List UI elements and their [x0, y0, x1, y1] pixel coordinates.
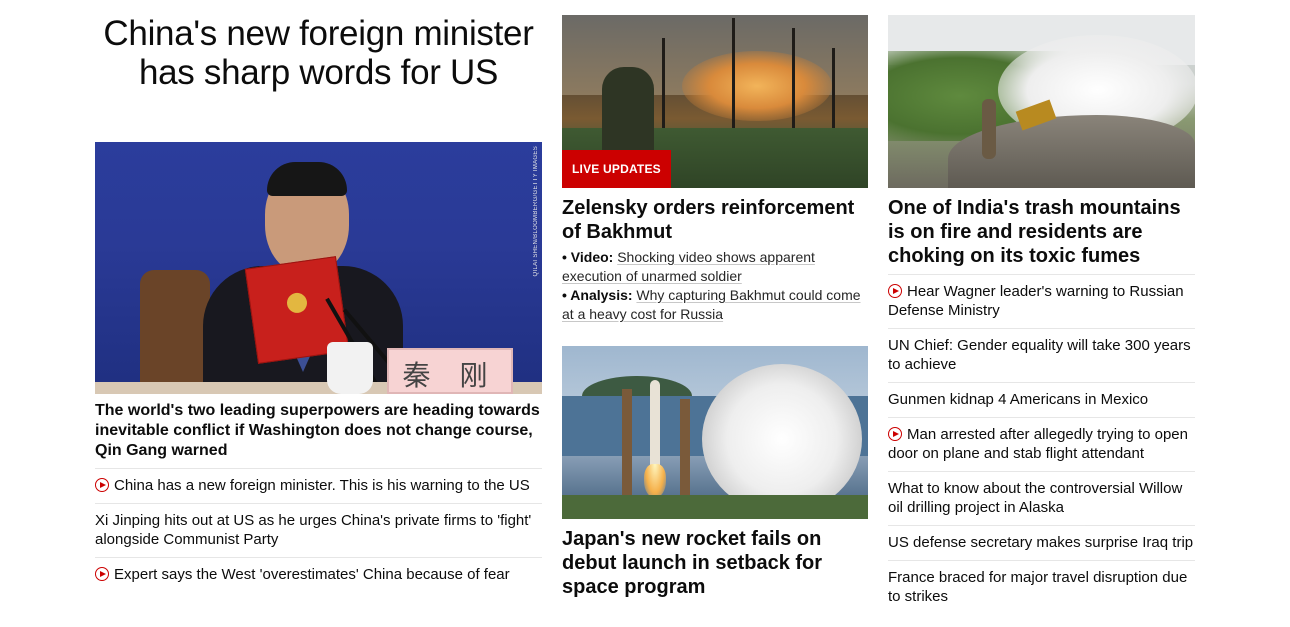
link-text[interactable]: Expert says the West 'overestimates' Chi…: [114, 566, 510, 583]
bakhmut-headline[interactable]: Zelensky orders reinforcement of Bakhmut: [562, 196, 868, 244]
link-text[interactable]: Xi Jinping hits out at US as he urges Ch…: [95, 512, 531, 548]
list-item[interactable]: France braced for major travel disruptio…: [888, 560, 1195, 614]
list-item[interactable]: Expert says the West 'overestimates' Chi…: [95, 557, 542, 592]
lead-headline[interactable]: China's new foreign minister has sharp w…: [95, 14, 542, 92]
link-text[interactable]: UN Chief: Gender equality will take 300 …: [888, 337, 1191, 373]
bullet-label: • Video:: [562, 249, 614, 265]
link-text[interactable]: China has a new foreign minister. This i…: [114, 477, 530, 494]
teacup-graphic: [327, 342, 373, 394]
rocket-headline[interactable]: Japan's new rocket fails on debut launch…: [562, 527, 868, 599]
link-text[interactable]: Man arrested after allegedly trying to o…: [888, 426, 1188, 462]
nameplate-text: 秦 刚: [402, 359, 498, 392]
chair-graphic: [140, 270, 210, 394]
ground-graphic: [562, 495, 868, 519]
link-text[interactable]: Gunmen kidnap 4 Americans in Mexico: [888, 391, 1148, 408]
link-text[interactable]: US defense secretary makes surprise Iraq…: [888, 534, 1193, 551]
rocket-image[interactable]: [562, 346, 868, 519]
lead-image[interactable]: 秦 刚 QILAI SHEN/BLOOMBERG/GETTY IMAGES: [95, 142, 542, 394]
list-item[interactable]: US defense secretary makes surprise Iraq…: [888, 525, 1195, 560]
launch-tower-graphic: [622, 389, 632, 499]
play-circle-icon: [95, 567, 109, 581]
rocket-graphic: [650, 380, 660, 470]
list-item[interactable]: China has a new foreign minister. This i…: [95, 468, 542, 503]
emblem-graphic: [285, 291, 309, 315]
image-credit: QILAI SHEN/BLOOMBERG/GETTY IMAGES: [533, 146, 539, 277]
list-item[interactable]: Gunmen kidnap 4 Americans in Mexico: [888, 382, 1195, 417]
list-item[interactable]: Hear Wagner leader's warning to Russian …: [888, 274, 1195, 328]
play-circle-icon: [888, 284, 902, 298]
list-item[interactable]: What to know about the controversial Wil…: [888, 471, 1195, 525]
launch-tower-graphic: [680, 399, 690, 499]
play-circle-icon: [888, 427, 902, 441]
person-graphic: [982, 99, 996, 159]
right-related-links: Hear Wagner leader's warning to Russian …: [888, 274, 1195, 614]
play-circle-icon: [95, 478, 109, 492]
link-text[interactable]: France braced for major travel disruptio…: [888, 569, 1187, 605]
soldier-graphic: [602, 67, 654, 157]
list-item[interactable]: Man arrested after allegedly trying to o…: [888, 417, 1195, 471]
live-updates-badge[interactable]: LIVE UPDATES: [562, 150, 671, 188]
list-item[interactable]: Xi Jinping hits out at US as he urges Ch…: [95, 503, 542, 557]
list-item[interactable]: UN Chief: Gender equality will take 300 …: [888, 328, 1195, 382]
flame-graphic: [644, 464, 666, 498]
bullet-item[interactable]: • Analysis: Why capturing Bakhmut could …: [562, 286, 868, 324]
bullet-item[interactable]: • Video: Shocking video shows apparent e…: [562, 248, 868, 286]
link-text[interactable]: Hear Wagner leader's warning to Russian …: [888, 283, 1184, 319]
trash-headline[interactable]: One of India's trash mountains is on fir…: [888, 196, 1195, 268]
bakhmut-bullets: • Video: Shocking video shows apparent e…: [562, 248, 868, 324]
link-text[interactable]: What to know about the controversial Wil…: [888, 480, 1182, 516]
lead-related-links: China has a new foreign minister. This i…: [95, 468, 542, 592]
lead-summary[interactable]: The world's two leading superpowers are …: [95, 401, 542, 461]
trash-mountain-image[interactable]: [888, 15, 1195, 188]
person-hair-graphic: [267, 162, 347, 196]
explosion-graphic: [682, 51, 832, 121]
nameplate: 秦 刚: [387, 348, 513, 394]
bullet-label-text: Video:: [570, 249, 614, 265]
bullet-label-text: Analysis:: [570, 287, 633, 303]
smoke-graphic: [702, 364, 862, 514]
bakhmut-image[interactable]: LIVE UPDATES: [562, 15, 868, 188]
bullet-label: • Analysis:: [562, 287, 633, 303]
